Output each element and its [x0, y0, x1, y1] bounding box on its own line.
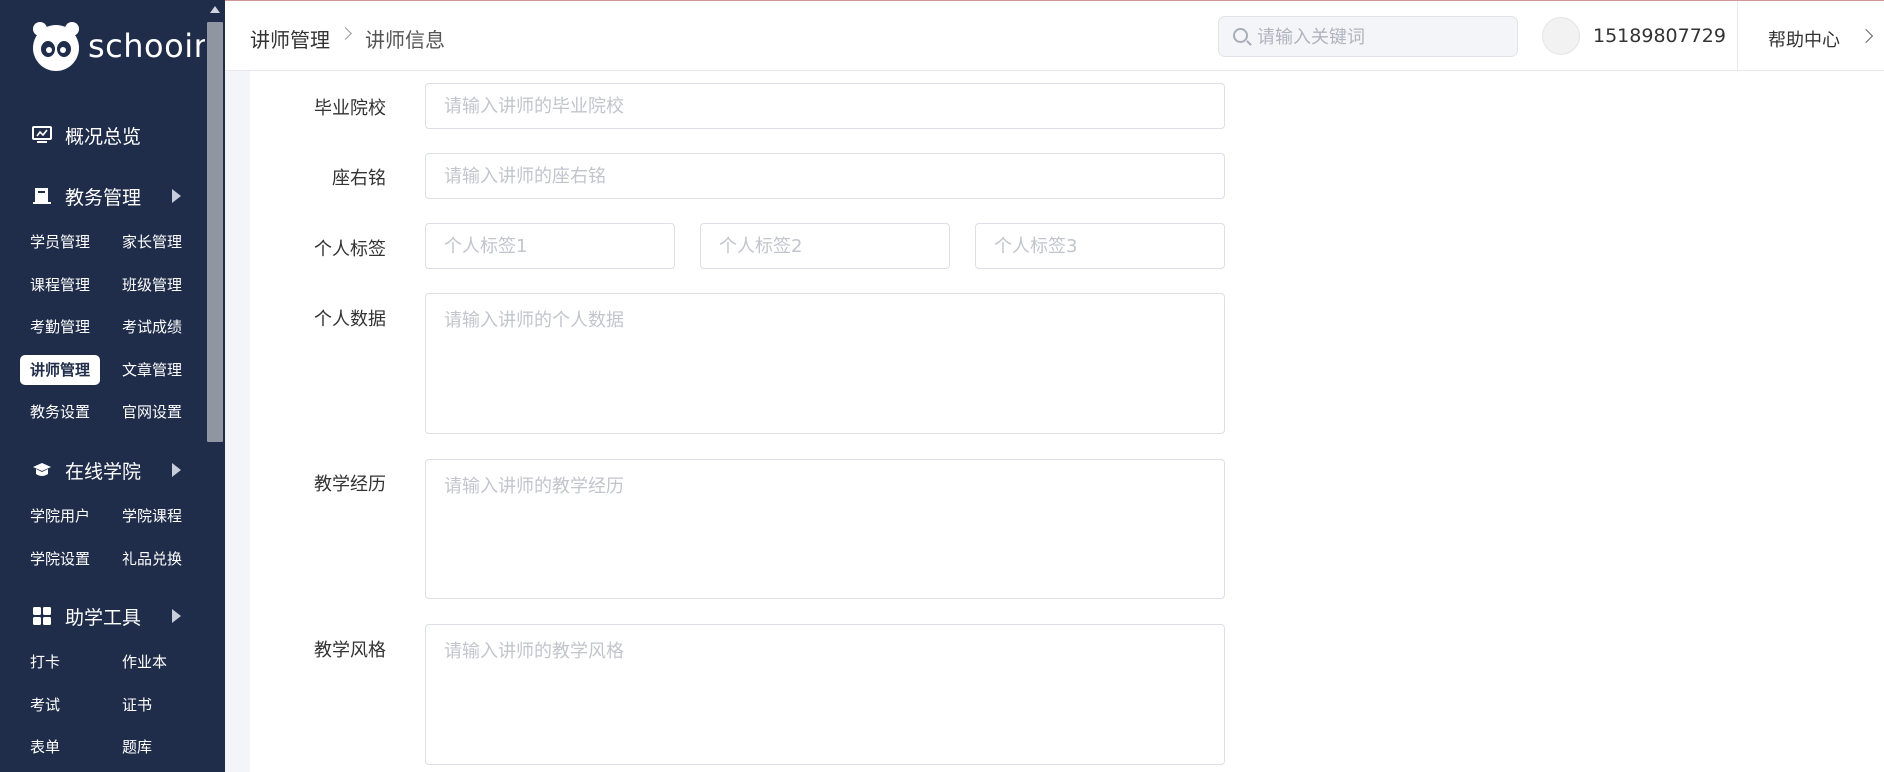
teaching-experience-textarea[interactable] — [425, 459, 1225, 599]
personal-data-textarea[interactable] — [425, 293, 1225, 434]
nav-academic-label: 教务管理 — [65, 186, 142, 209]
sidebar-item-checkin[interactable]: 打卡 — [20, 647, 70, 677]
nav-overview-label: 概况总览 — [65, 125, 142, 148]
sidebar-item-forms[interactable]: 表单 — [20, 732, 70, 762]
sidebar-item-attendance[interactable]: 考勤管理 — [20, 312, 100, 342]
personal-data-label: 个人数据 — [314, 309, 386, 330]
sidebar-item-certificate[interactable]: 证书 — [112, 690, 162, 720]
tag-3-input[interactable] — [975, 223, 1225, 269]
sidebar-item-website-settings[interactable]: 官网设置 — [112, 397, 192, 427]
sidebar-item-teachers[interactable]: 讲师管理 — [20, 355, 101, 385]
expand-arrow-icon — [172, 463, 181, 477]
search-input[interactable] — [1257, 22, 1507, 52]
teaching-style-label: 教学风格 — [314, 640, 386, 661]
tag-1-input[interactable] — [425, 223, 675, 269]
sidebar-item-academic-settings[interactable]: 教务设置 — [20, 397, 100, 427]
monitor-icon — [32, 126, 52, 143]
tags-label: 个人标签 — [314, 239, 386, 260]
top-header: 讲师管理 讲师信息 15189807729 帮助中心 — [225, 0, 1884, 71]
school-input[interactable] — [425, 83, 1225, 129]
sidebar-item-classes[interactable]: 班级管理 — [112, 270, 192, 300]
sidebar-item-exam[interactable]: 考试 — [20, 690, 70, 720]
scroll-up-arrow-icon[interactable] — [210, 6, 220, 13]
sidebar-item-college-courses[interactable]: 学院课程 — [112, 501, 192, 531]
motto-input[interactable] — [425, 153, 1225, 199]
expand-arrow-icon — [172, 609, 181, 623]
nav-online-college-label: 在线学院 — [65, 460, 142, 483]
sidebar-scrollbar-thumb[interactable] — [207, 22, 223, 442]
breadcrumb-chevron-icon — [339, 27, 352, 40]
user-phone[interactable]: 15189807729 — [1593, 25, 1726, 47]
nav-online-college[interactable]: 在线学院 — [0, 448, 205, 492]
search-icon — [1233, 28, 1248, 43]
chevron-right-icon[interactable] — [1858, 28, 1874, 44]
sidebar: schooin 概况总览 教务管理 学员管理 家长管理 课程管理 班级管理 考勤… — [0, 0, 225, 772]
avatar[interactable] — [1542, 17, 1580, 55]
tag-2-input[interactable] — [700, 223, 950, 269]
school-label: 毕业院校 — [314, 98, 386, 119]
brand-logo[interactable]: schooin — [28, 16, 214, 76]
help-center-link[interactable]: 帮助中心 — [1768, 26, 1840, 52]
sidebar-item-college-settings[interactable]: 学院设置 — [20, 544, 100, 574]
nav-study-tools[interactable]: 助学工具 — [0, 594, 205, 638]
sidebar-item-courses[interactable]: 课程管理 — [20, 270, 100, 300]
logo-mascot-icon — [33, 22, 79, 71]
nav-study-tools-label: 助学工具 — [65, 606, 142, 629]
sidebar-item-college-users[interactable]: 学院用户 — [20, 501, 100, 531]
graduation-cap-icon — [33, 463, 51, 476]
nav-overview[interactable]: 概况总览 — [0, 113, 205, 157]
sidebar-item-articles[interactable]: 文章管理 — [112, 355, 192, 385]
search-box[interactable] — [1218, 16, 1518, 57]
sidebar-item-exam-scores[interactable]: 考试成绩 — [112, 312, 192, 342]
sidebar-item-homework[interactable]: 作业本 — [112, 647, 177, 677]
breadcrumb-parent[interactable]: 讲师管理 — [250, 24, 330, 53]
sidebar-item-parents[interactable]: 家长管理 — [112, 227, 192, 257]
teaching-experience-label: 教学经历 — [314, 474, 386, 495]
header-divider — [1737, 1, 1738, 71]
teacher-info-form: 毕业院校 座右铭 个人标签 个人数据 教学经历 教学风格 — [250, 71, 1884, 772]
nav-academic[interactable]: 教务管理 — [0, 174, 205, 218]
sidebar-item-gift-exchange[interactable]: 礼品兑换 — [112, 544, 192, 574]
sidebar-item-question-bank[interactable]: 题库 — [112, 732, 162, 762]
expand-arrow-icon — [172, 189, 181, 203]
brand-name: schooin — [88, 27, 215, 65]
grid-icon — [33, 607, 51, 625]
book-icon — [33, 188, 51, 204]
teaching-style-textarea[interactable] — [425, 624, 1225, 765]
sidebar-item-students[interactable]: 学员管理 — [20, 227, 100, 257]
breadcrumb-current: 讲师信息 — [365, 28, 445, 52]
motto-label: 座右铭 — [332, 168, 386, 189]
